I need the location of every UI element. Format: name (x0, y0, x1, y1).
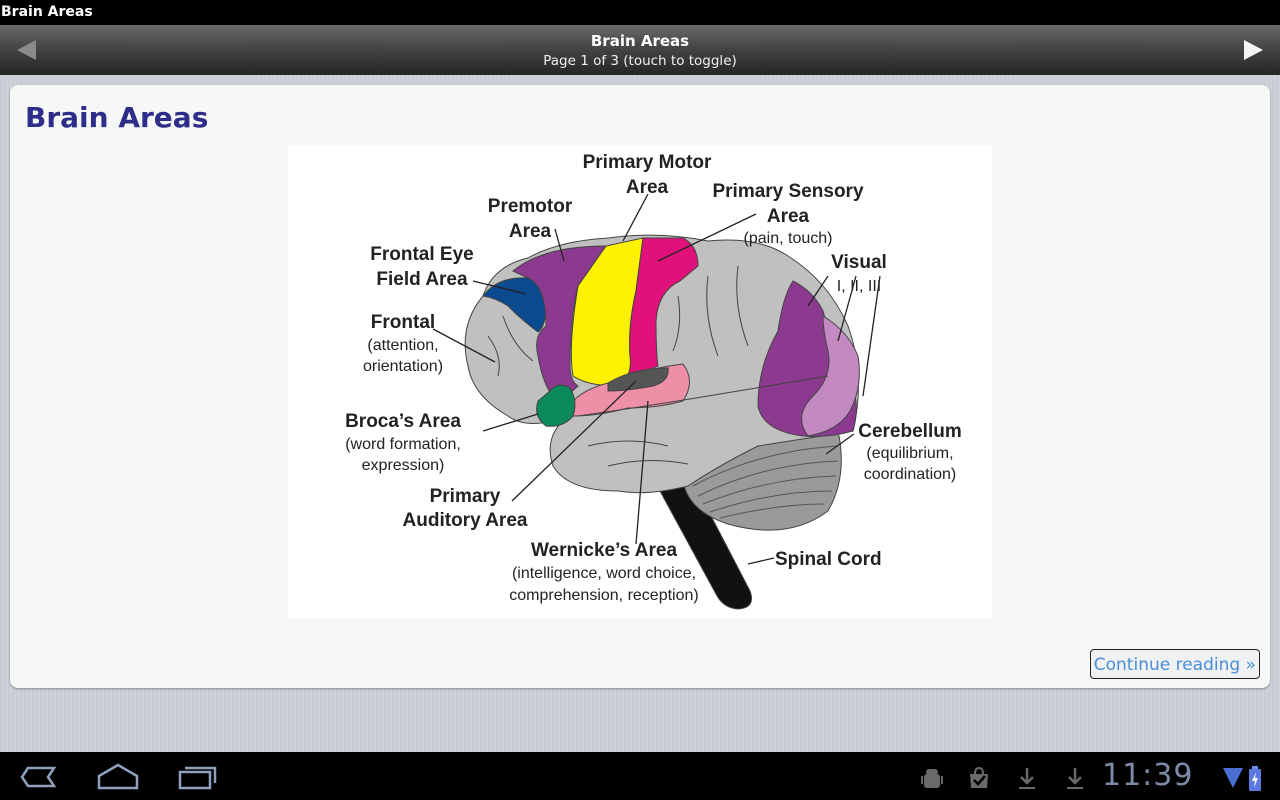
home-button[interactable] (96, 762, 140, 792)
home-icon (97, 763, 139, 790)
brain-diagram-svg: Primary Motor Area Primary Sensory Area … (345, 152, 962, 610)
next-page-button[interactable] (1240, 37, 1266, 63)
label-primary-motor-2: Area (626, 177, 669, 198)
label-cerebellum-2: (equilibrium, (866, 445, 953, 462)
label-cerebellum-3: coordination) (864, 466, 957, 483)
label-wernicke-3: comprehension, reception) (509, 587, 698, 604)
continue-reading-button[interactable]: Continue reading » (1089, 649, 1260, 679)
recent-apps-button[interactable] (176, 762, 218, 792)
label-frontal-2: (attention, (367, 337, 438, 354)
label-visual: Visual (831, 252, 887, 273)
market-check-icon[interactable] (967, 766, 991, 790)
nav-title: Brain Areas (590, 32, 690, 50)
system-navigation-bar: 11:39 (0, 752, 1280, 800)
status-clock[interactable]: 11:39 (1102, 758, 1193, 793)
label-broca-2: (word formation, (345, 436, 461, 453)
label-wernicke: Wernicke’s Area (531, 540, 678, 561)
label-spinal-cord: Spinal Cord (775, 549, 882, 570)
label-wernicke-2: (intelligence, word choice, (512, 565, 696, 582)
label-frontal: Frontal (371, 312, 435, 333)
page-navigation-header[interactable]: Brain Areas Page 1 of 3 (touch to toggle… (0, 25, 1280, 75)
download-icon[interactable] (1015, 766, 1039, 790)
label-premotor-2: Area (509, 221, 552, 242)
label-primary-auditory: Primary (430, 486, 501, 507)
label-premotor: Premotor (488, 196, 573, 217)
label-broca-3: expression) (362, 457, 445, 474)
wifi-icon[interactable] (1221, 766, 1245, 790)
label-primary-motor: Primary Motor (583, 152, 712, 173)
back-icon (20, 766, 57, 788)
app-title-bar: Brain Areas (0, 0, 1280, 25)
label-frontal-3: orientation) (363, 358, 443, 375)
page-title: Brain Areas (25, 101, 209, 134)
brain-diagram: Primary Motor Area Primary Sensory Area … (288, 146, 992, 619)
label-primary-sensory: Primary Sensory (712, 181, 863, 202)
label-broca: Broca’s Area (345, 411, 461, 432)
android-debug-icon[interactable] (920, 766, 944, 790)
label-cerebellum: Cerebellum (858, 421, 961, 442)
label-primary-sensory-2: Area (767, 206, 810, 227)
download-icon[interactable] (1063, 766, 1087, 790)
label-primary-auditory-2: Auditory Area (403, 510, 528, 531)
page-indicator[interactable]: Page 1 of 3 (touch to toggle) (0, 53, 1280, 69)
label-visual-2: I, II, III (837, 278, 881, 295)
label-primary-sensory-3: (pain, touch) (744, 230, 833, 247)
content-area: Brain Areas Primary Motor Area Primary S… (0, 75, 1280, 752)
recent-apps-icon (178, 766, 217, 790)
triangle-right-icon (1244, 40, 1263, 60)
label-frontal-eye-2: Field Area (376, 269, 468, 290)
battery-charging-icon[interactable] (1248, 766, 1262, 791)
app-title: Brain Areas (1, 4, 93, 20)
back-button[interactable] (18, 762, 58, 792)
label-frontal-eye: Frontal Eye (370, 244, 473, 265)
content-card: Brain Areas Primary Motor Area Primary S… (10, 85, 1270, 688)
